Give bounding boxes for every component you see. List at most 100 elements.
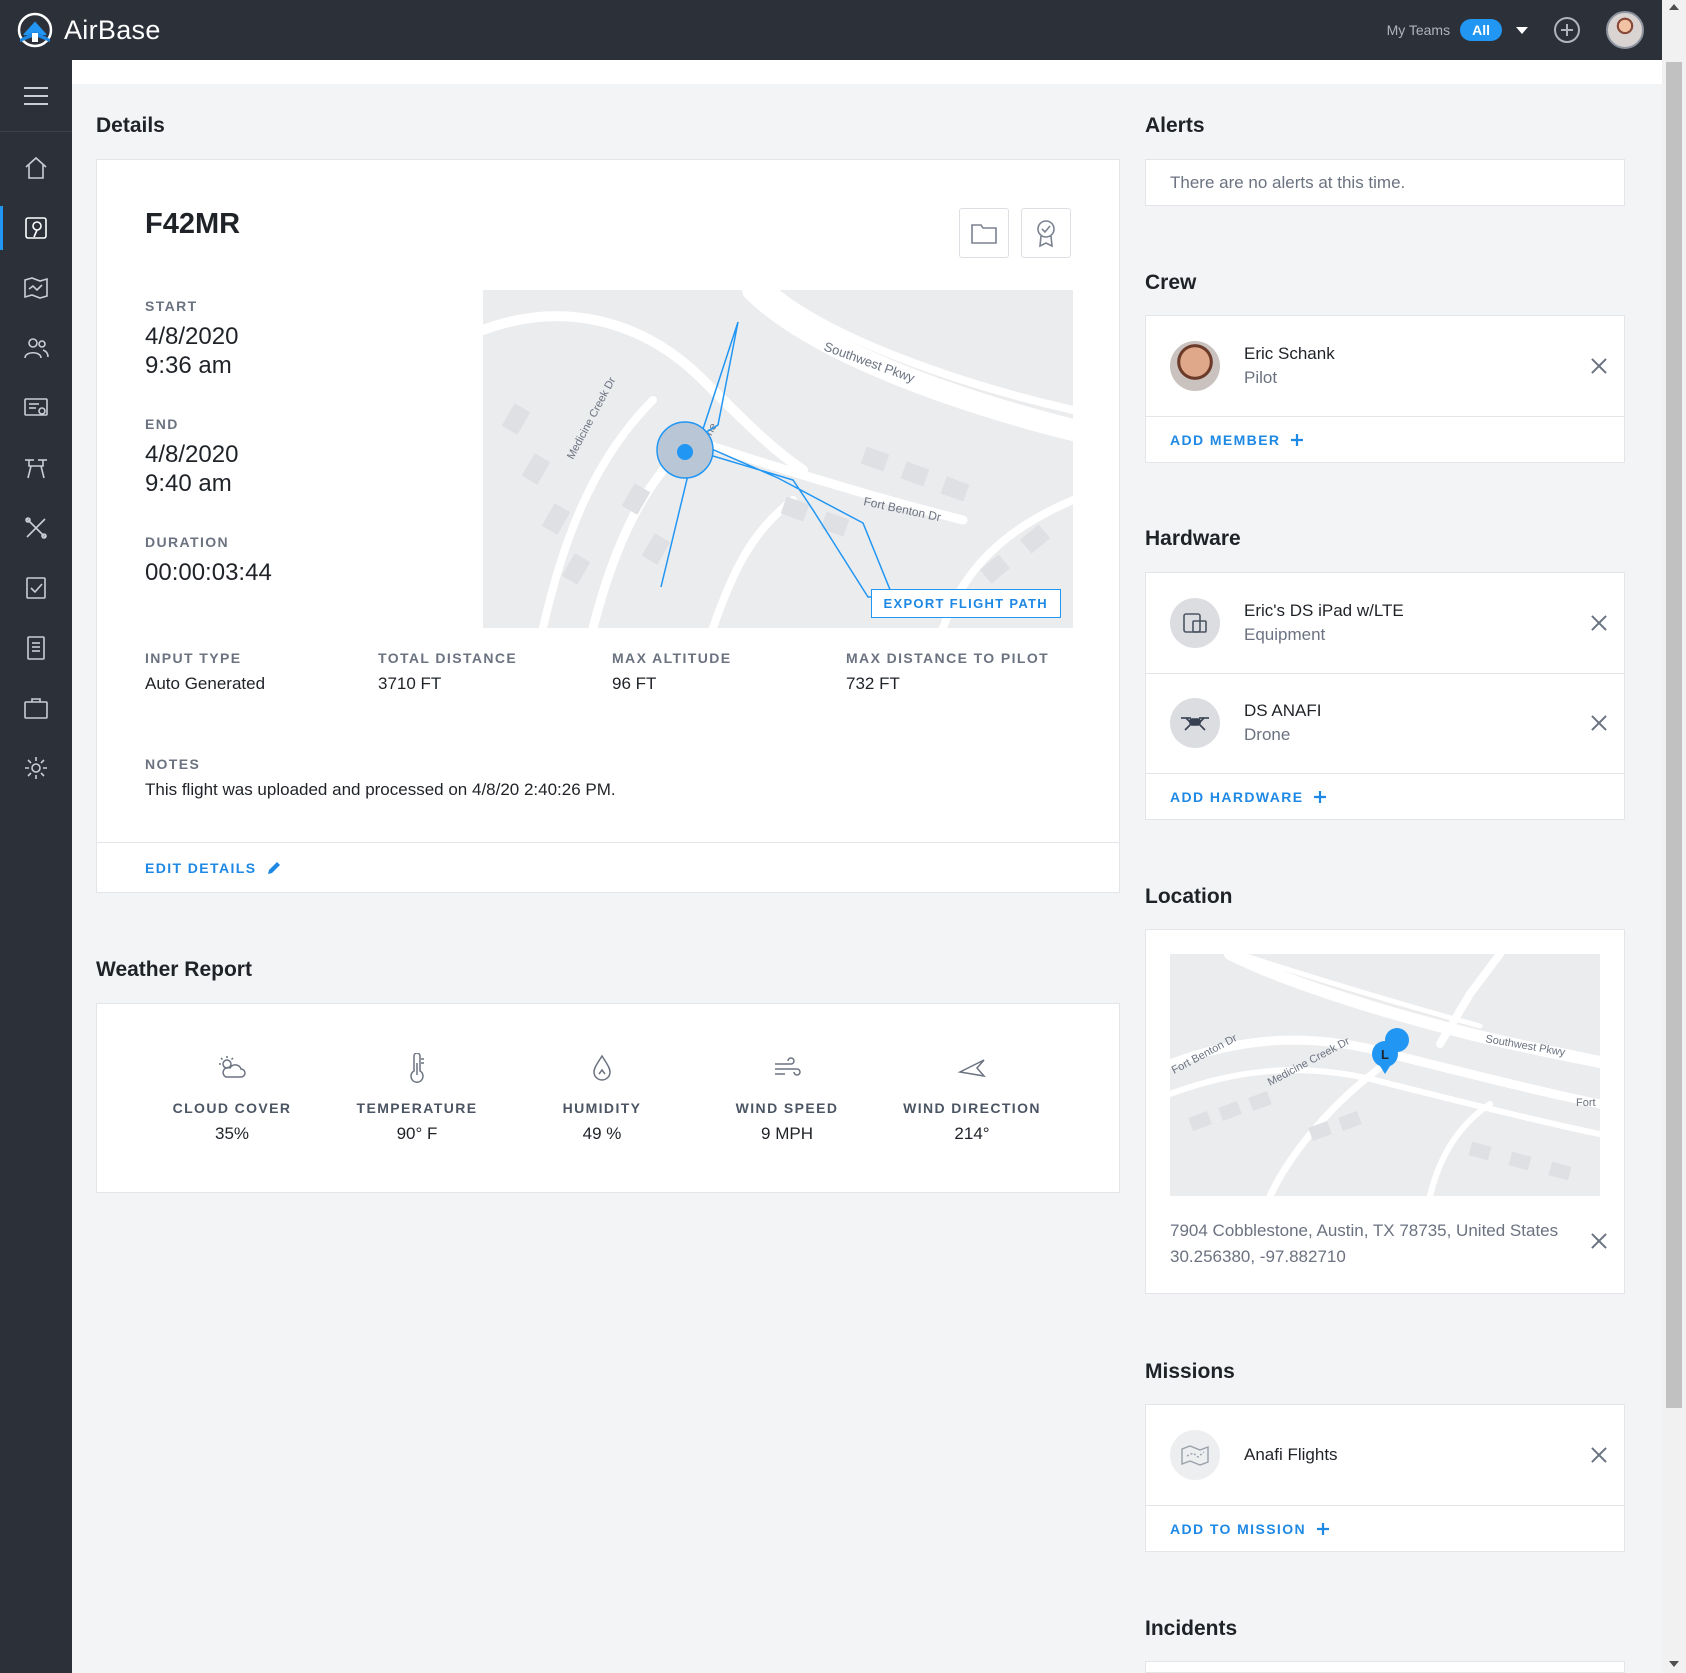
close-icon[interactable] [1590,614,1608,632]
flights-icon[interactable] [0,200,72,256]
hardware-name: Eric's DS iPad w/LTE [1244,601,1404,620]
stat-label: MAX ALTITUDE [612,650,732,666]
certificate-icon[interactable] [0,380,72,436]
end-date: 4/8/2020 [145,441,239,468]
weather-title: Weather Report [96,958,252,981]
hardware-row[interactable]: Eric's DS iPad w/LTE Equipment [1146,573,1624,673]
certify-button[interactable] [1021,208,1071,258]
divider [1146,773,1624,774]
add-member-label: ADD MEMBER [1170,432,1281,448]
alerts-card: There are no alerts at this time. [1145,159,1625,206]
mission-row[interactable]: Anafi Flights [1146,1405,1624,1505]
weather-wind-direction: WIND DIRECTION 214° [882,1048,1062,1144]
home-icon[interactable] [0,140,72,196]
chevron-down-icon[interactable] [1516,26,1528,34]
close-icon[interactable] [1590,1446,1608,1464]
hardware-card: Eric's DS iPad w/LTE Equipment DS ANAFI … [1145,572,1625,820]
wind-icon [775,1057,801,1076]
crew-member-row[interactable]: Eric Schank Pilot [1146,316,1624,416]
no-alerts-text: There are no alerts at this time. [1170,173,1406,192]
location-address: 7904 Cobblestone, Austin, TX 78735, Unit… [1170,1221,1559,1240]
scroll-up-arrow-icon[interactable] [1669,4,1679,10]
stat-value: Auto Generated [145,674,266,693]
sidebar [0,60,72,1673]
notes-label: NOTES [145,756,201,772]
add-member-link[interactable]: ADD MEMBER [1170,432,1304,448]
wind-direction-icon [957,1059,986,1078]
location-map[interactable]: Southwest Pkwy Medicine Creek Dr Fort Be… [1170,954,1600,1196]
add-to-mission-link[interactable]: ADD TO MISSION [1170,1521,1330,1537]
divider [1146,416,1624,417]
crew-card: Eric Schank Pilot ADD MEMBER [1145,315,1625,463]
flight-map-graphic: Southwest Pkwy Medicine Creek Dr Fort Be… [483,290,1073,628]
close-icon[interactable] [1590,714,1608,732]
location-card: Southwest Pkwy Medicine Creek Dr Fort Be… [1145,929,1625,1294]
start-label: START [145,298,198,314]
weather-cloud-cover: CLOUD COVER 35% [142,1048,322,1144]
page-scrollbar[interactable] [1662,0,1686,1673]
incidents-title: Incidents [1145,1617,1238,1640]
mission-name: Anafi Flights [1244,1445,1338,1464]
add-hardware-label: ADD HARDWARE [1170,789,1304,805]
duration-label: DURATION [145,534,230,550]
divider [1146,1505,1624,1506]
notes-text: This flight was uploaded and processed o… [145,780,616,799]
mission-map-icon [1181,1445,1209,1466]
drone-icon[interactable] [0,440,72,496]
weather-label: CLOUD COVER [172,1100,292,1116]
menu-icon[interactable] [0,60,72,132]
document-icon[interactable] [0,620,72,676]
thermometer-icon [410,1053,424,1083]
close-icon[interactable] [1590,357,1608,375]
edit-details-link[interactable]: EDIT DETAILS [145,860,282,876]
location-map-graphic: Southwest Pkwy Medicine Creek Dr Fort Be… [1170,954,1600,1196]
hardware-name: DS ANAFI [1244,701,1322,720]
plus-icon [1317,1523,1330,1535]
location-coordinates: 30.256380, -97.882710 [1170,1247,1346,1266]
incidents-card [1145,1661,1625,1673]
hardware-type: Equipment [1244,625,1326,644]
start-date: 4/8/2020 [145,323,239,350]
weather-wind-speed: WIND SPEED 9 MPH [697,1048,877,1144]
airbase-logo-icon [17,12,53,48]
mission-avatar [1170,1430,1220,1480]
app-name: AirBase [64,14,161,45]
folder-icon [971,224,997,244]
flight-path-map[interactable]: Southwest Pkwy Medicine Creek Dr Fort Be… [483,290,1073,628]
tools-icon[interactable] [0,500,72,556]
cloud-sun-icon [219,1056,246,1078]
stat-label: MAX DISTANCE TO PILOT [846,650,1050,666]
people-icon[interactable] [0,320,72,376]
app-logo[interactable]: AirBase [16,11,161,49]
export-flight-path-button[interactable]: EXPORT FLIGHT PATH [870,589,1061,618]
hardware-avatar [1170,698,1220,748]
team-selector[interactable]: All [1460,19,1502,41]
map-street-label: Fort [1576,1097,1596,1109]
briefcase-icon[interactable] [0,680,72,736]
badge-icon [1037,220,1055,248]
add-circle-icon[interactable] [1554,17,1580,43]
checklist-icon[interactable] [0,560,72,616]
divider [97,842,1119,843]
page-header-strip [72,60,1662,84]
tablet-icon [1183,613,1207,633]
plus-icon [1314,791,1327,803]
scrollbar-thumb[interactable] [1666,62,1682,1408]
add-hardware-link[interactable]: ADD HARDWARE [1170,789,1327,805]
location-title: Location [1145,885,1233,908]
close-icon[interactable] [1590,1232,1608,1250]
user-avatar[interactable] [1606,11,1644,49]
stat-label: INPUT TYPE [145,650,242,666]
settings-icon[interactable] [0,740,72,796]
stat-value: 732 FT [846,674,900,693]
end-label: END [145,416,179,432]
details-title: Details [96,114,165,137]
scroll-down-arrow-icon[interactable] [1669,1661,1679,1667]
weather-label: WIND SPEED [735,1100,839,1116]
weather-card: CLOUD COVER 35% TEMPERATURE 90° F HUMIDI… [96,1003,1120,1193]
hardware-row[interactable]: DS ANAFI Drone [1146,673,1624,773]
map-icon[interactable] [0,260,72,316]
pencil-icon [268,862,281,874]
folder-button[interactable] [959,208,1009,258]
weather-humidity: HUMIDITY 49 % [512,1048,692,1144]
